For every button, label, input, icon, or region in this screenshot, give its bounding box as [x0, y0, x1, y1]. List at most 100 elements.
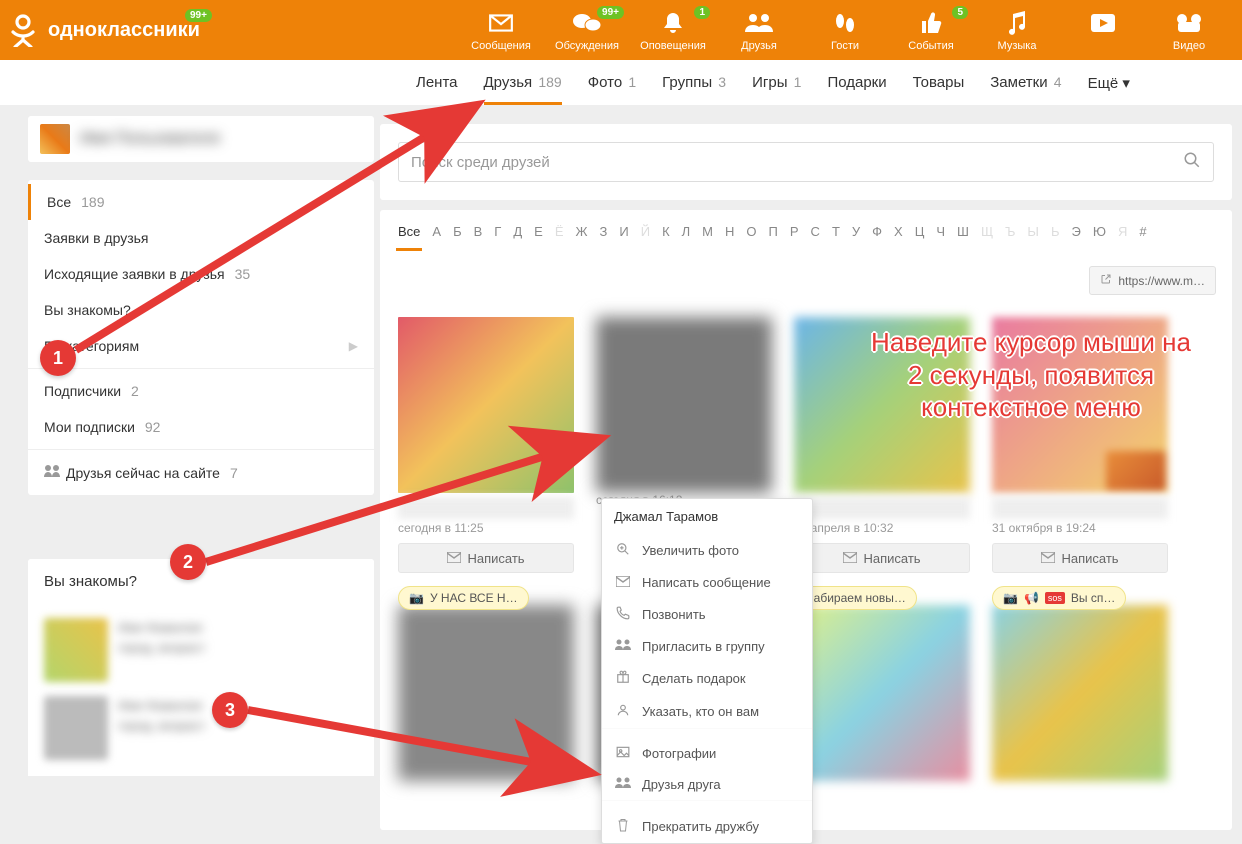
topnav-thumb[interactable]: 5События: [888, 8, 974, 52]
topnav-mail[interactable]: Сообщения: [458, 8, 544, 52]
friend-photo[interactable]: [794, 605, 970, 781]
write-button[interactable]: Написать: [992, 543, 1168, 573]
alpha-letter[interactable]: Р: [790, 224, 799, 239]
side-item[interactable]: Все 189: [28, 184, 374, 220]
tab-Ещё ▾[interactable]: Ещё ▾: [1088, 62, 1130, 104]
side-item[interactable]: Мои подписки 92: [28, 409, 374, 445]
site-logo[interactable]: одноклассники 99+: [6, 13, 200, 47]
alpha-letter[interactable]: И: [619, 224, 628, 239]
topnav-feet[interactable]: Гости: [802, 8, 888, 52]
friend-photo[interactable]: [596, 317, 772, 493]
alpha-letter[interactable]: Х: [894, 224, 903, 239]
alpha-letter: Ё: [555, 224, 564, 239]
friend-photo[interactable]: [992, 605, 1168, 781]
mail-icon: [447, 551, 461, 566]
group-icon: [614, 639, 632, 654]
tab-Товары[interactable]: Товары: [913, 62, 965, 104]
alpha-letter[interactable]: К: [662, 224, 670, 239]
friend-card[interactable]: 📷📢sosВы сп…: [992, 601, 1168, 781]
ctx-tag[interactable]: Указать, кто он вам: [602, 695, 812, 728]
external-link-icon: [1100, 273, 1112, 288]
ctx-gift[interactable]: Сделать подарок: [602, 662, 812, 695]
alpha-letter[interactable]: Ш: [957, 224, 969, 239]
alpha-letter[interactable]: П: [769, 224, 778, 239]
side-item[interactable]: Вы знакомы?: [28, 292, 374, 328]
alpha-letter[interactable]: Ч: [936, 224, 945, 239]
alpha-letter[interactable]: Т: [832, 224, 840, 239]
friend-photo[interactable]: [398, 317, 574, 493]
alpha-letter[interactable]: Ж: [576, 224, 588, 239]
alpha-letter[interactable]: Ц: [915, 224, 925, 239]
tab-Игры[interactable]: Игры 1: [752, 62, 801, 104]
alpha-letter[interactable]: Ю: [1093, 224, 1106, 239]
annotation-marker-2: 2: [170, 544, 206, 580]
familiar-item[interactable]: Имя Фамилиягород, возраст: [44, 682, 358, 760]
alpha-letter[interactable]: Д: [513, 224, 522, 239]
topnav-label: Друзья: [716, 40, 802, 52]
ctx-zoom[interactable]: Увеличить фото: [602, 534, 812, 567]
tab-Фото[interactable]: Фото 1: [588, 62, 636, 104]
alpha-letter[interactable]: Л: [682, 224, 691, 239]
write-button[interactable]: Написать: [398, 543, 574, 573]
external-link-text: https://www.m…: [1118, 274, 1205, 288]
ctx-mail[interactable]: Написать сообщение: [602, 567, 812, 598]
sos-badge: sos: [1045, 592, 1065, 604]
side-item[interactable]: Заявки в друзья: [28, 220, 374, 256]
music-icon: [974, 8, 1060, 38]
alpha-letter[interactable]: #: [1139, 224, 1146, 239]
ctx-group[interactable]: Пригласить в группу: [602, 631, 812, 662]
topnav-play[interactable]: [1060, 8, 1146, 52]
side-item[interactable]: Подписчики 2: [28, 368, 374, 409]
tab-Заметки[interactable]: Заметки 4: [990, 62, 1061, 104]
alpha-letter[interactable]: В: [474, 224, 483, 239]
alpha-letter[interactable]: Э: [1071, 224, 1080, 239]
topnav-friends[interactable]: Друзья: [716, 8, 802, 52]
megaphone-icon: 📢: [1024, 591, 1039, 605]
friend-photo[interactable]: [398, 605, 574, 781]
topnav-music[interactable]: Музыка: [974, 8, 1060, 52]
alpha-letter[interactable]: Все: [398, 224, 420, 239]
alpha-letter[interactable]: Б: [453, 224, 462, 239]
ctx-group[interactable]: Друзья друга: [602, 769, 812, 800]
topnav-chat[interactable]: 99+Обсуждения: [544, 8, 630, 52]
friend-card[interactable]: 📷У НАС ВСЕ Н…: [398, 601, 574, 781]
external-link-pill[interactable]: https://www.m…: [1089, 266, 1216, 295]
side-item[interactable]: По категориям▶: [28, 328, 374, 364]
ctx-phone[interactable]: Позвонить: [602, 598, 812, 631]
friend-status-pill[interactable]: 📷📢sosВы сп…: [992, 586, 1126, 610]
write-button[interactable]: Написать: [794, 543, 970, 573]
tab-Подарки[interactable]: Подарки: [827, 62, 886, 104]
alpha-letter[interactable]: А: [432, 224, 441, 239]
alpha-letter[interactable]: Е: [534, 224, 543, 239]
side-item[interactable]: Исходящие заявки в друзья 35: [28, 256, 374, 292]
ctx-trash[interactable]: Прекратить дружбу: [602, 810, 812, 843]
alpha-letter[interactable]: М: [702, 224, 713, 239]
friend-status-pill[interactable]: 📷У НАС ВСЕ Н…: [398, 586, 529, 610]
tab-Группы[interactable]: Группы 3: [662, 62, 726, 104]
familiar-item[interactable]: Имя Фамилиягород, возраст: [44, 604, 358, 682]
friend-card[interactable]: Набираем новы…: [794, 601, 970, 781]
alpha-letter[interactable]: О: [746, 224, 756, 239]
alpha-letter: Щ: [981, 224, 993, 239]
alpha-letter[interactable]: Г: [494, 224, 501, 239]
last-seen: сегодня в 11:25: [398, 521, 574, 535]
alpha-letter[interactable]: Н: [725, 224, 734, 239]
tab-Друзья[interactable]: Друзья 189: [484, 62, 562, 104]
profile-summary[interactable]: Имя Пользователя: [28, 116, 374, 162]
alpha-letter: Я: [1118, 224, 1127, 239]
alpha-letter[interactable]: С: [811, 224, 820, 239]
topnav-label: Сообщения: [458, 40, 544, 52]
ctx-photos[interactable]: Фотографии: [602, 738, 812, 769]
search-input[interactable]: Поиск среди друзей: [398, 142, 1214, 182]
topnav-camera[interactable]: Видео: [1146, 8, 1232, 52]
alpha-letter[interactable]: З: [600, 224, 608, 239]
friend-card[interactable]: сегодня в 11:25 Написать: [398, 317, 574, 573]
alpha-letter[interactable]: У: [852, 224, 860, 239]
topnav-label: Оповещения: [630, 40, 716, 52]
alpha-letter: Ы: [1027, 224, 1039, 239]
alpha-letter[interactable]: Ф: [872, 224, 882, 239]
side-item[interactable]: Друзья сейчас на сайте 7: [28, 449, 374, 491]
topnav-bell[interactable]: 1Оповещения: [630, 8, 716, 52]
mail-icon: [614, 575, 632, 590]
tab-Лента[interactable]: Лента: [416, 62, 458, 104]
